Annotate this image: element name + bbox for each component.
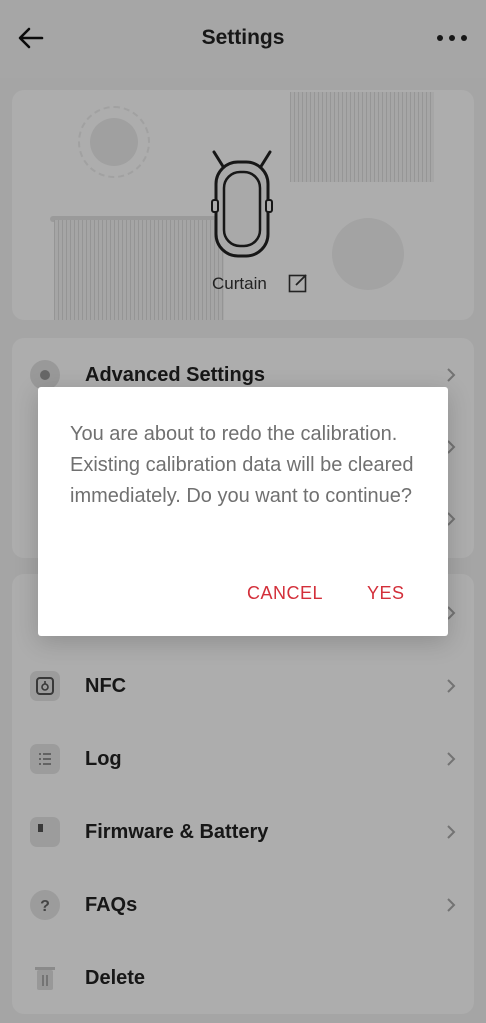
yes-button[interactable]: YES xyxy=(367,583,405,604)
cancel-button[interactable]: CANCEL xyxy=(247,583,323,604)
recalibration-dialog: You are about to redo the calibration. E… xyxy=(38,387,448,636)
dialog-message: You are about to redo the calibration. E… xyxy=(70,423,414,507)
